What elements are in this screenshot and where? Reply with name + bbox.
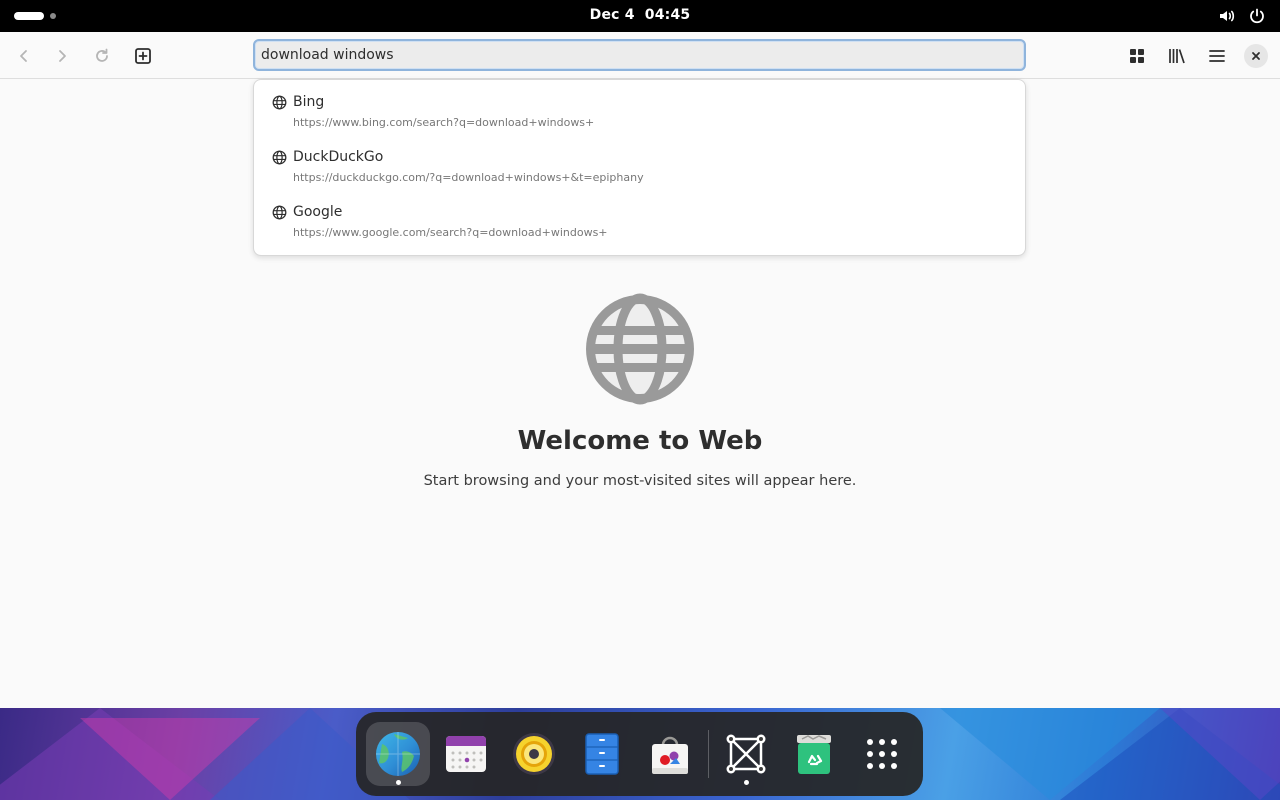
main-menu-button[interactable] [1200,39,1234,73]
dock-separator [708,730,709,778]
suggestion-title: Bing [293,94,325,110]
welcome-title: Welcome to Web [517,426,763,456]
files-icon [585,733,619,775]
web-browser-icon [376,732,420,776]
dock-app-files[interactable] [570,722,634,786]
rhythmbox-speaker-icon [513,733,555,775]
forward-button[interactable] [45,39,79,73]
dock [356,712,923,796]
back-button[interactable] [7,39,41,73]
hamburger-menu-icon [1209,50,1225,62]
tab-overview-icon [1130,49,1144,63]
suggestion-title: DuckDuckGo [293,149,384,165]
clock[interactable]: Dec 4 04:45 [0,7,1280,23]
address-bar[interactable] [253,39,1026,71]
dock-app-screenshot[interactable] [714,722,778,786]
window-close-button[interactable] [1244,44,1268,68]
suggestion-title: Google [293,204,343,220]
trash-icon [797,735,831,774]
tab-overview-button[interactable] [1120,39,1154,73]
system-tray[interactable] [1218,7,1266,25]
new-tab-button[interactable] [126,39,160,73]
suggestion-url: https://duckduckgo.com/?q=download+windo… [293,171,644,184]
globe-icon [272,95,287,110]
back-arrow-icon [20,50,27,62]
library-button[interactable] [1160,39,1194,73]
reload-button[interactable] [85,39,119,73]
dock-app-rhythmbox[interactable] [502,722,566,786]
dock-app-trash[interactable] [782,722,846,786]
show-apps-button[interactable] [850,722,914,786]
suggestion-bing[interactable]: Bing https://www.bing.com/search?q=downl… [254,80,1025,135]
running-indicator [395,780,401,785]
welcome-subtitle: Start browsing and your most-visited sit… [423,473,857,489]
url-input[interactable] [255,41,1024,69]
forward-arrow-icon [59,50,66,62]
suggestion-url: https://www.bing.com/search?q=download+w… [293,116,595,129]
new-tab-icon [135,48,151,64]
web-globe-icon [586,293,694,405]
library-icon [1169,49,1185,64]
calendar-icon [446,736,486,772]
dock-app-software[interactable] [638,722,702,786]
search-suggestions-popover: Bing https://www.bing.com/search?q=downl… [253,79,1026,256]
app-grid-icon [867,739,897,769]
dock-app-calendar[interactable] [434,722,498,786]
globe-icon [272,205,287,220]
running-indicator [743,780,749,785]
volume-icon[interactable] [1218,7,1236,25]
suggestion-google[interactable]: Google https://www.google.com/search?q=d… [254,190,1025,245]
globe-icon [272,150,287,165]
top-panel: Dec 4 04:45 [0,0,1280,32]
suggestion-url: https://www.google.com/search?q=download… [293,226,608,239]
reload-icon [96,48,108,62]
suggestion-duckduckgo[interactable]: DuckDuckGo https://duckduckgo.com/?q=dow… [254,135,1025,190]
software-bag-icon [652,736,688,774]
screenshot-tool-icon [726,734,766,774]
dock-app-web[interactable] [366,722,430,786]
close-icon [1252,52,1260,60]
browser-headerbar [0,32,1280,79]
power-icon[interactable] [1248,7,1266,25]
